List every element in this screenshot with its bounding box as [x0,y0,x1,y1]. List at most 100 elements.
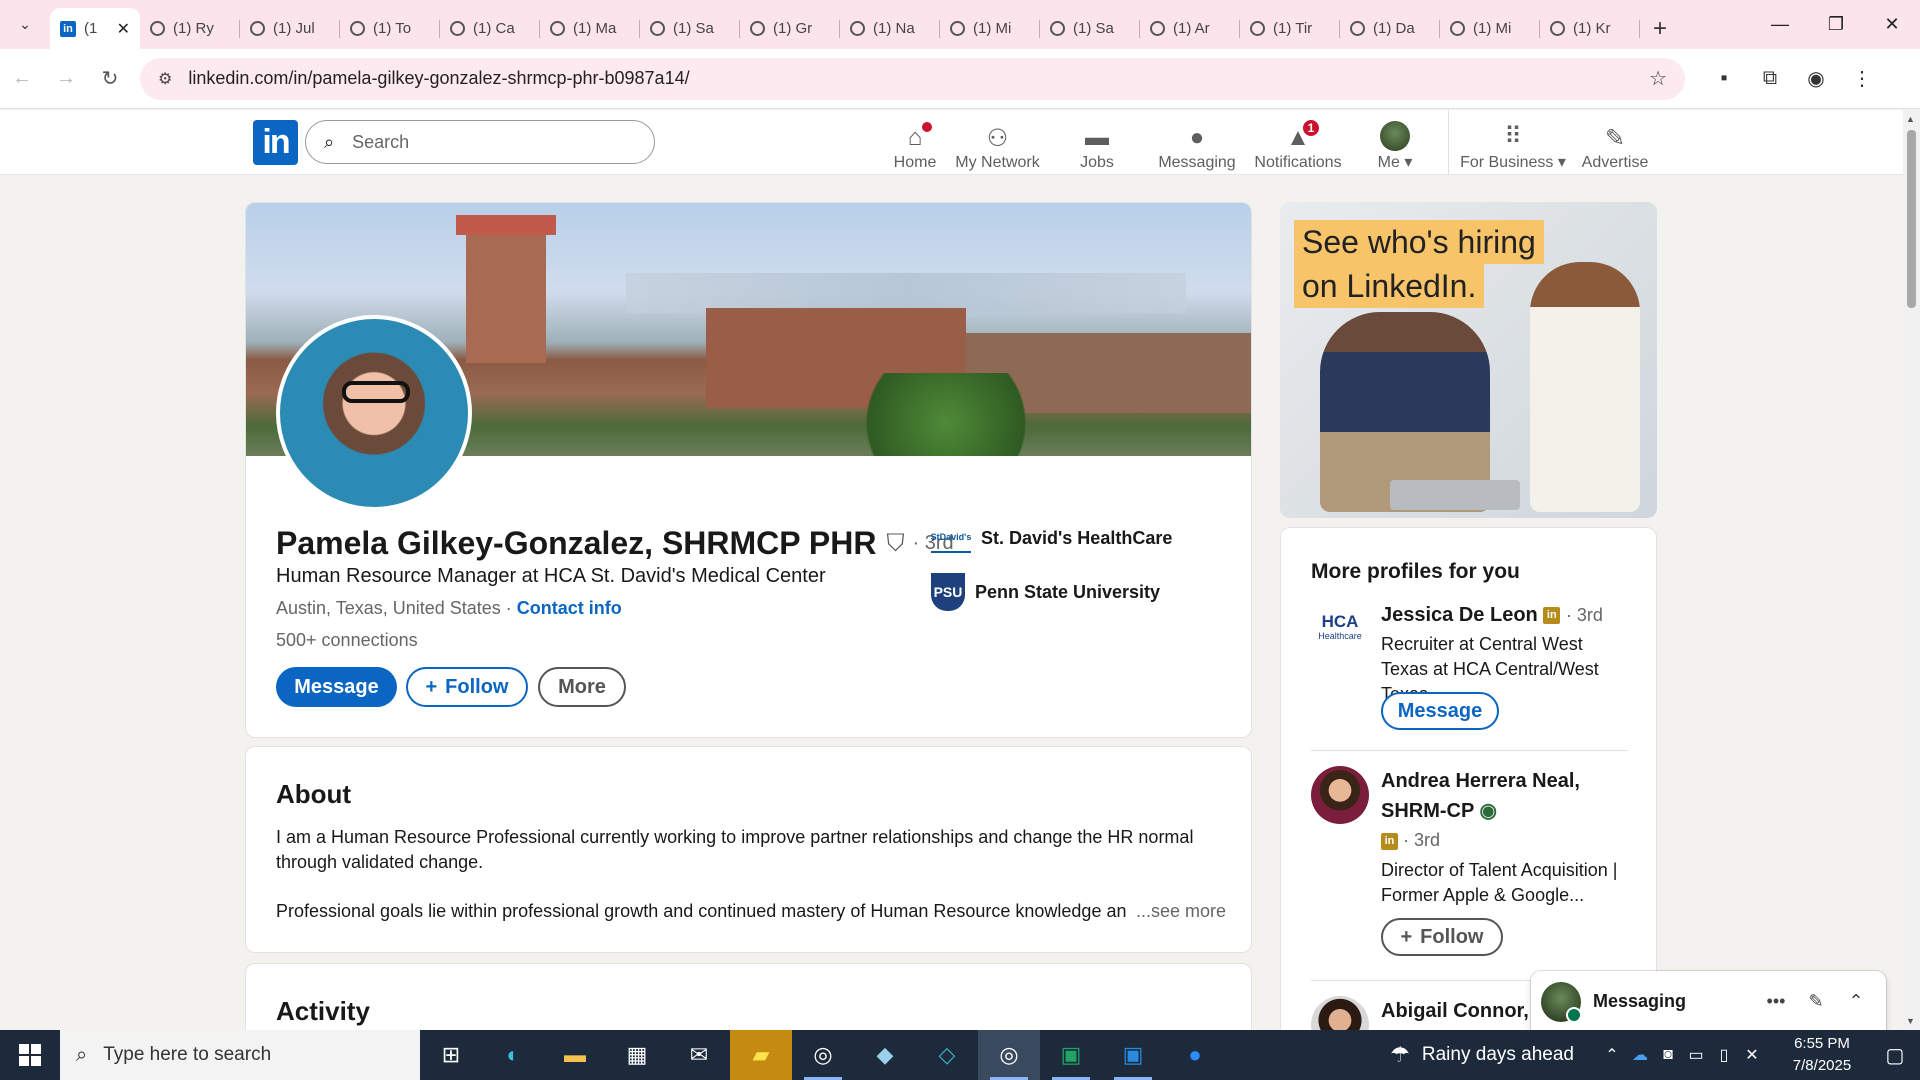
back-button[interactable]: ← [0,57,44,101]
profile-icon[interactable]: ◉ [1793,58,1839,100]
mail-icon[interactable]: ✉ [668,1030,730,1080]
browser-tab[interactable]: (1) Ar [1140,8,1240,49]
app-icon[interactable]: ◆ [854,1030,916,1080]
new-tab-button[interactable]: + [1640,8,1680,49]
camera-icon[interactable]: ◙ [1654,1046,1682,1064]
chevron-up-icon[interactable]: ⌃ [1836,991,1876,1012]
chrome-icon-2[interactable]: ◎ [978,1030,1040,1080]
nav-for-business[interactable]: ⠿ For Business ▾ [1458,116,1568,172]
nav-advertise[interactable]: ✎ Advertise [1575,116,1655,172]
file-explorer-icon[interactable]: ▬ [544,1030,606,1080]
close-window-button[interactable]: ✕ [1864,0,1920,49]
message-button[interactable]: Message [1381,692,1499,730]
start-button[interactable] [0,1030,60,1080]
browser-tab[interactable]: (1) Kr [1540,8,1640,49]
site-settings-icon[interactable]: ⚙ [158,69,172,89]
browser-tab[interactable]: (1) Da [1340,8,1440,49]
plus-icon: + [425,675,438,698]
extension-icon[interactable]: ▪ [1701,58,1747,100]
scroll-up-arrow-icon[interactable]: ▲ [1906,114,1915,124]
edge-icon[interactable]: ◐ [482,1030,544,1080]
more-options-icon[interactable]: ••• [1756,991,1796,1012]
browser-tab[interactable]: (1) Mi [1440,8,1540,49]
restore-button[interactable]: ❐ [1808,0,1864,49]
network-icon[interactable]: ▯ [1710,1045,1738,1065]
task-view-icon[interactable]: ⊞ [420,1030,482,1080]
search-placeholder: Search [352,131,410,152]
scroll-down-arrow-icon[interactable]: ▼ [1906,1016,1915,1026]
suggested-profile-name-row[interactable]: Jessica De Leon in · 3rd [1381,600,1641,630]
bookmark-star-icon[interactable]: ☆ [1649,66,1667,91]
contact-info-link[interactable]: Contact info [517,598,622,618]
profile-photo[interactable] [1311,766,1369,824]
browser-tab[interactable]: (1) To [340,8,440,49]
app-icon-2[interactable]: ◇ [916,1030,978,1080]
taskbar-search[interactable]: ⌕ Type here to search [60,1030,420,1080]
reload-button[interactable]: ↻ [88,57,132,101]
puzzle-icon[interactable]: ⧉ [1747,58,1793,100]
tab-search-button[interactable]: ⌄ [0,0,50,49]
connections-count[interactable]: 500+ connections [276,630,418,651]
chevron-up-icon[interactable]: ⌃ [1598,1045,1626,1065]
battery-icon[interactable]: ▭ [1682,1045,1710,1065]
st-davids-logo: StDavid's [931,523,971,553]
kebab-menu-icon[interactable]: ⋮ [1839,58,1885,100]
browser-tab[interactable]: (1) Sa [1040,8,1140,49]
page-scrollbar[interactable]: ▲ ▼ [1903,110,1920,1030]
sticky-notes-icon[interactable]: ▰ [730,1030,792,1080]
microsoft-store-icon[interactable]: ▦ [606,1030,668,1080]
forward-button[interactable]: → [44,57,88,101]
minimize-button[interactable]: — [1752,0,1808,49]
tab-label: (1) Jul [273,20,315,37]
browser-tab[interactable]: (1) Mi [940,8,1040,49]
browser-tab[interactable]: (1) Gr [740,8,840,49]
nav-label: My Network [955,154,1040,171]
nav-my-network[interactable]: ⚇ My Network [950,116,1045,172]
browser-tab[interactable]: (1) Sa [640,8,740,49]
nav-notifications[interactable]: ▲ 1 Notifications [1250,116,1346,172]
linkedin-logo[interactable]: in [253,120,298,165]
see-more-link[interactable]: ...see more [1136,901,1226,922]
penn-state-logo: PSU [931,573,965,611]
chrome-icon[interactable]: ◎ [792,1030,854,1080]
outlook-icon[interactable]: ▣ [1102,1030,1164,1080]
verified-shield-icon[interactable]: ⛉ [886,530,904,558]
clock[interactable]: 6:55 PM 7/8/2025 [1774,1033,1870,1077]
messaging-dock[interactable]: Messaging ••• ✎ ⌃ [1531,971,1886,1032]
profile-photo[interactable] [276,315,472,511]
follow-button[interactable]: + Follow [406,667,528,707]
nav-home[interactable]: ⌂ Home [875,116,955,172]
nav-me[interactable]: Me ▾ [1360,116,1430,172]
nav-messaging[interactable]: ● Messaging [1152,116,1242,172]
browser-tab[interactable]: (1) Jul [240,8,340,49]
nav-jobs[interactable]: ▬ Jobs [1057,116,1137,172]
onedrive-icon[interactable]: ☁ [1626,1045,1654,1065]
browser-tab[interactable]: (1) Tir [1240,8,1340,49]
excel-icon[interactable]: ▣ [1040,1030,1102,1080]
profile-name-row: Pamela Gilkey-Gonzalez, SHRMCP PHR ⛉ · 3… [276,525,954,562]
address-bar[interactable]: ⚙ linkedin.com/in/pamela-gilkey-gonzalez… [140,57,1685,100]
browser-tab[interactable]: (1) Ma [540,8,640,49]
follow-button[interactable]: + Follow [1381,918,1503,956]
suggested-profile: HCA Healthcare Jessica De Leon in · 3rd R… [1311,600,1641,730]
education[interactable]: PSU Penn State University [931,573,1160,611]
close-tab-icon[interactable]: ✕ [117,19,130,39]
promo-ad[interactable]: See who's hiring on LinkedIn. [1280,202,1657,518]
suggested-profile-name-row[interactable]: Andrea Herrera Neal, SHRM-CP ◉ [1381,766,1641,826]
browser-tab[interactable]: (1) Ca [440,8,540,49]
message-button[interactable]: Message [276,667,397,707]
weather-widget[interactable]: ☂ Rainy days ahead [1390,1042,1574,1068]
browser-tab[interactable]: (1) Ry [140,8,240,49]
browser-tab[interactable]: (1) Na [840,8,940,49]
compose-icon[interactable]: ✎ [1796,991,1836,1012]
scrollbar-thumb[interactable] [1907,130,1916,308]
volume-muted-icon[interactable]: ✕ [1738,1045,1766,1065]
profile-location: Austin, Texas, United States [276,598,501,618]
more-button[interactable]: More [538,667,626,707]
notification-center-icon[interactable]: ▢ [1870,1043,1920,1068]
profile-name: Pamela Gilkey-Gonzalez, SHRMCP PHR [276,525,877,561]
zoom-icon[interactable]: ● [1164,1030,1226,1080]
search-input[interactable]: ⌕ Search [305,120,655,164]
current-company[interactable]: StDavid's St. David's HealthCare [931,523,1172,553]
browser-tab-active[interactable]: in (1 ✕ [50,8,140,49]
